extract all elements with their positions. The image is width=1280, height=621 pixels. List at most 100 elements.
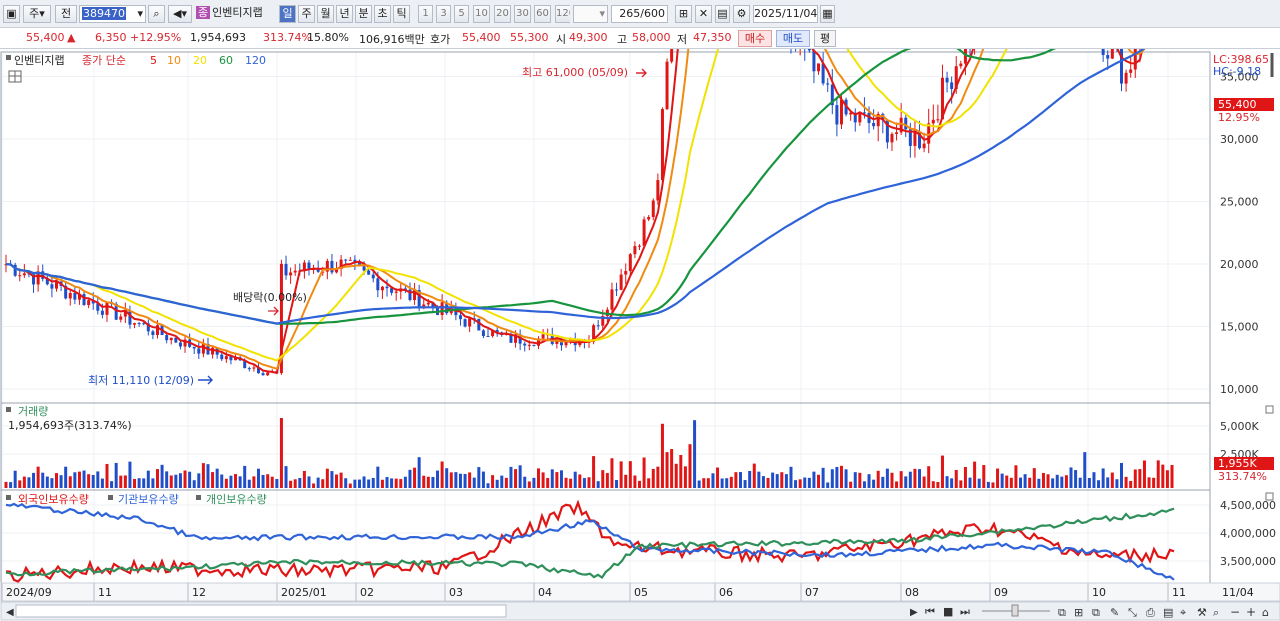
minute-tab[interactable]: 30 — [514, 5, 531, 23]
volume-bar — [537, 468, 541, 488]
volume-bar — [940, 455, 944, 488]
scroll-right-icon[interactable]: ▶ — [910, 607, 918, 618]
volume-panel-close-icon[interactable] — [1265, 405, 1274, 414]
trend-icon[interactable]: ⤡ — [1128, 606, 1137, 619]
volume-bar — [1051, 478, 1055, 488]
period-tab[interactable]: 주 — [298, 5, 315, 23]
count-input[interactable]: 265/600 — [611, 5, 668, 23]
candle-body — [839, 99, 843, 125]
layout-icon[interactable]: ▣ — [3, 5, 20, 23]
volume-bar — [279, 418, 283, 488]
chart-svg[interactable]: 10,00015,00020,00025,00030,00035,00040,0… — [0, 0, 1280, 621]
volume-bar — [569, 478, 573, 488]
clipboard-icon[interactable]: ▤ — [1163, 606, 1173, 619]
code-input[interactable]: 389470 ▾ — [79, 5, 146, 23]
minute-tab[interactable]: 120 — [555, 5, 570, 23]
zoom-slider-handle[interactable] — [1011, 604, 1019, 617]
candle-body — [119, 316, 123, 320]
speaker-icon[interactable]: ◀▾ — [168, 5, 192, 23]
ma-line-60 — [5, 1, 1173, 325]
volume-bar — [509, 466, 513, 488]
scrollbar-track[interactable] — [15, 604, 507, 618]
x-axis-label: 07 — [805, 586, 819, 599]
minute-tab[interactable]: 1 — [418, 5, 433, 23]
minute-tab[interactable]: 10 — [473, 5, 490, 23]
volume-bar — [357, 479, 361, 488]
tools-icon[interactable]: ⚒ — [1197, 606, 1207, 619]
minute-tab[interactable]: 5 — [454, 5, 469, 23]
volume-bar — [991, 482, 995, 488]
period-tab[interactable]: 월 — [317, 5, 334, 23]
holding-y-tick: 4,000,000 — [1220, 527, 1276, 540]
home-icon[interactable]: ⌂ — [1262, 606, 1269, 619]
volume-bar — [155, 469, 159, 488]
period-tab[interactable]: 년 — [336, 5, 353, 23]
date-input[interactable]: 2025/11/04 — [753, 5, 818, 23]
custom-period-select[interactable]: ▾ — [573, 5, 608, 23]
period-tab[interactable]: 틱 — [393, 5, 410, 23]
prev-button[interactable]: 전 — [55, 5, 77, 23]
holding-panel-close-icon[interactable] — [1265, 492, 1274, 501]
next-page-icon[interactable]: ⏭ — [960, 605, 970, 618]
volume-bar — [908, 471, 912, 488]
grid-icon[interactable]: ⊞ — [675, 5, 692, 23]
ma-legend-item: 60 — [219, 54, 233, 67]
volume-bar — [1028, 477, 1032, 488]
scroll-left-icon[interactable]: ◀ — [6, 607, 14, 618]
chevron-down-icon: ▾ — [599, 7, 605, 20]
period-tab[interactable]: 분 — [355, 5, 372, 23]
first-page-icon[interactable]: ⏮ — [925, 605, 935, 618]
volume-bar — [651, 468, 655, 488]
draw-icon[interactable]: ✎ — [1110, 606, 1119, 619]
x-axis-label: 03 — [449, 586, 463, 599]
minute-tab[interactable]: 20 — [494, 5, 511, 23]
candle-body — [220, 354, 224, 360]
volume-bar — [174, 474, 178, 488]
candle-body — [174, 337, 178, 343]
settings-icon[interactable]: ⚙ — [733, 5, 750, 23]
candle-body — [87, 300, 91, 306]
calendar-icon[interactable]: ▦ — [820, 5, 835, 23]
foreign-holding-legend: 외국인보유수량 — [18, 493, 89, 506]
volume-bar — [123, 475, 127, 488]
zoom-icon[interactable]: ⌕ — [1213, 606, 1219, 619]
copy-icon[interactable]: ⧉ — [1058, 606, 1066, 619]
zoom-in-icon[interactable]: + — [1246, 605, 1256, 619]
crosshair-icon[interactable]: ⌖ — [1180, 606, 1186, 619]
stop-icon[interactable]: ■ — [943, 605, 953, 618]
volume-bar — [876, 470, 880, 488]
candle-body — [100, 310, 104, 315]
minute-tab[interactable]: 60 — [534, 5, 551, 23]
zoom-out-icon[interactable]: − — [1230, 605, 1240, 619]
period-tab[interactable]: 초 — [374, 5, 391, 23]
volume-bar — [996, 468, 1000, 488]
buy-button[interactable]: 매수 — [738, 30, 772, 47]
price-change: 6,350 — [95, 31, 127, 44]
layout-icon-2[interactable]: ⊞ — [1074, 606, 1083, 619]
period-tab[interactable]: 일 — [279, 5, 296, 23]
save-icon[interactable]: ▤ — [715, 5, 730, 23]
sell-button[interactable]: 매도 — [776, 30, 810, 47]
search-icon[interactable]: ⌕ — [148, 5, 165, 23]
minute-tab[interactable]: 3 — [436, 5, 451, 23]
volume-bar — [1064, 475, 1068, 488]
volume-bar — [422, 475, 426, 488]
candle-body — [165, 335, 169, 341]
volume-bar — [275, 479, 279, 488]
volume-bar — [77, 471, 81, 488]
volume-bar — [178, 473, 182, 488]
ask-price: 55,400 — [462, 31, 501, 44]
compare-icon[interactable]: ⧉ — [1092, 606, 1100, 619]
volume-bar — [417, 457, 421, 488]
evaluation-button[interactable]: 평 — [814, 30, 836, 47]
volume-bar — [743, 480, 747, 488]
volume-bar — [13, 470, 17, 488]
name-badge: 종 — [196, 6, 211, 19]
print-icon[interactable]: ⎙ — [1146, 606, 1155, 619]
volume-bar — [803, 477, 807, 488]
market-select[interactable]: 주▾ — [23, 5, 51, 23]
volume-bar — [688, 444, 692, 488]
volume-bar — [481, 471, 485, 488]
volume-bar — [307, 476, 311, 488]
chart-type-icon[interactable]: ✕ — [695, 5, 712, 23]
